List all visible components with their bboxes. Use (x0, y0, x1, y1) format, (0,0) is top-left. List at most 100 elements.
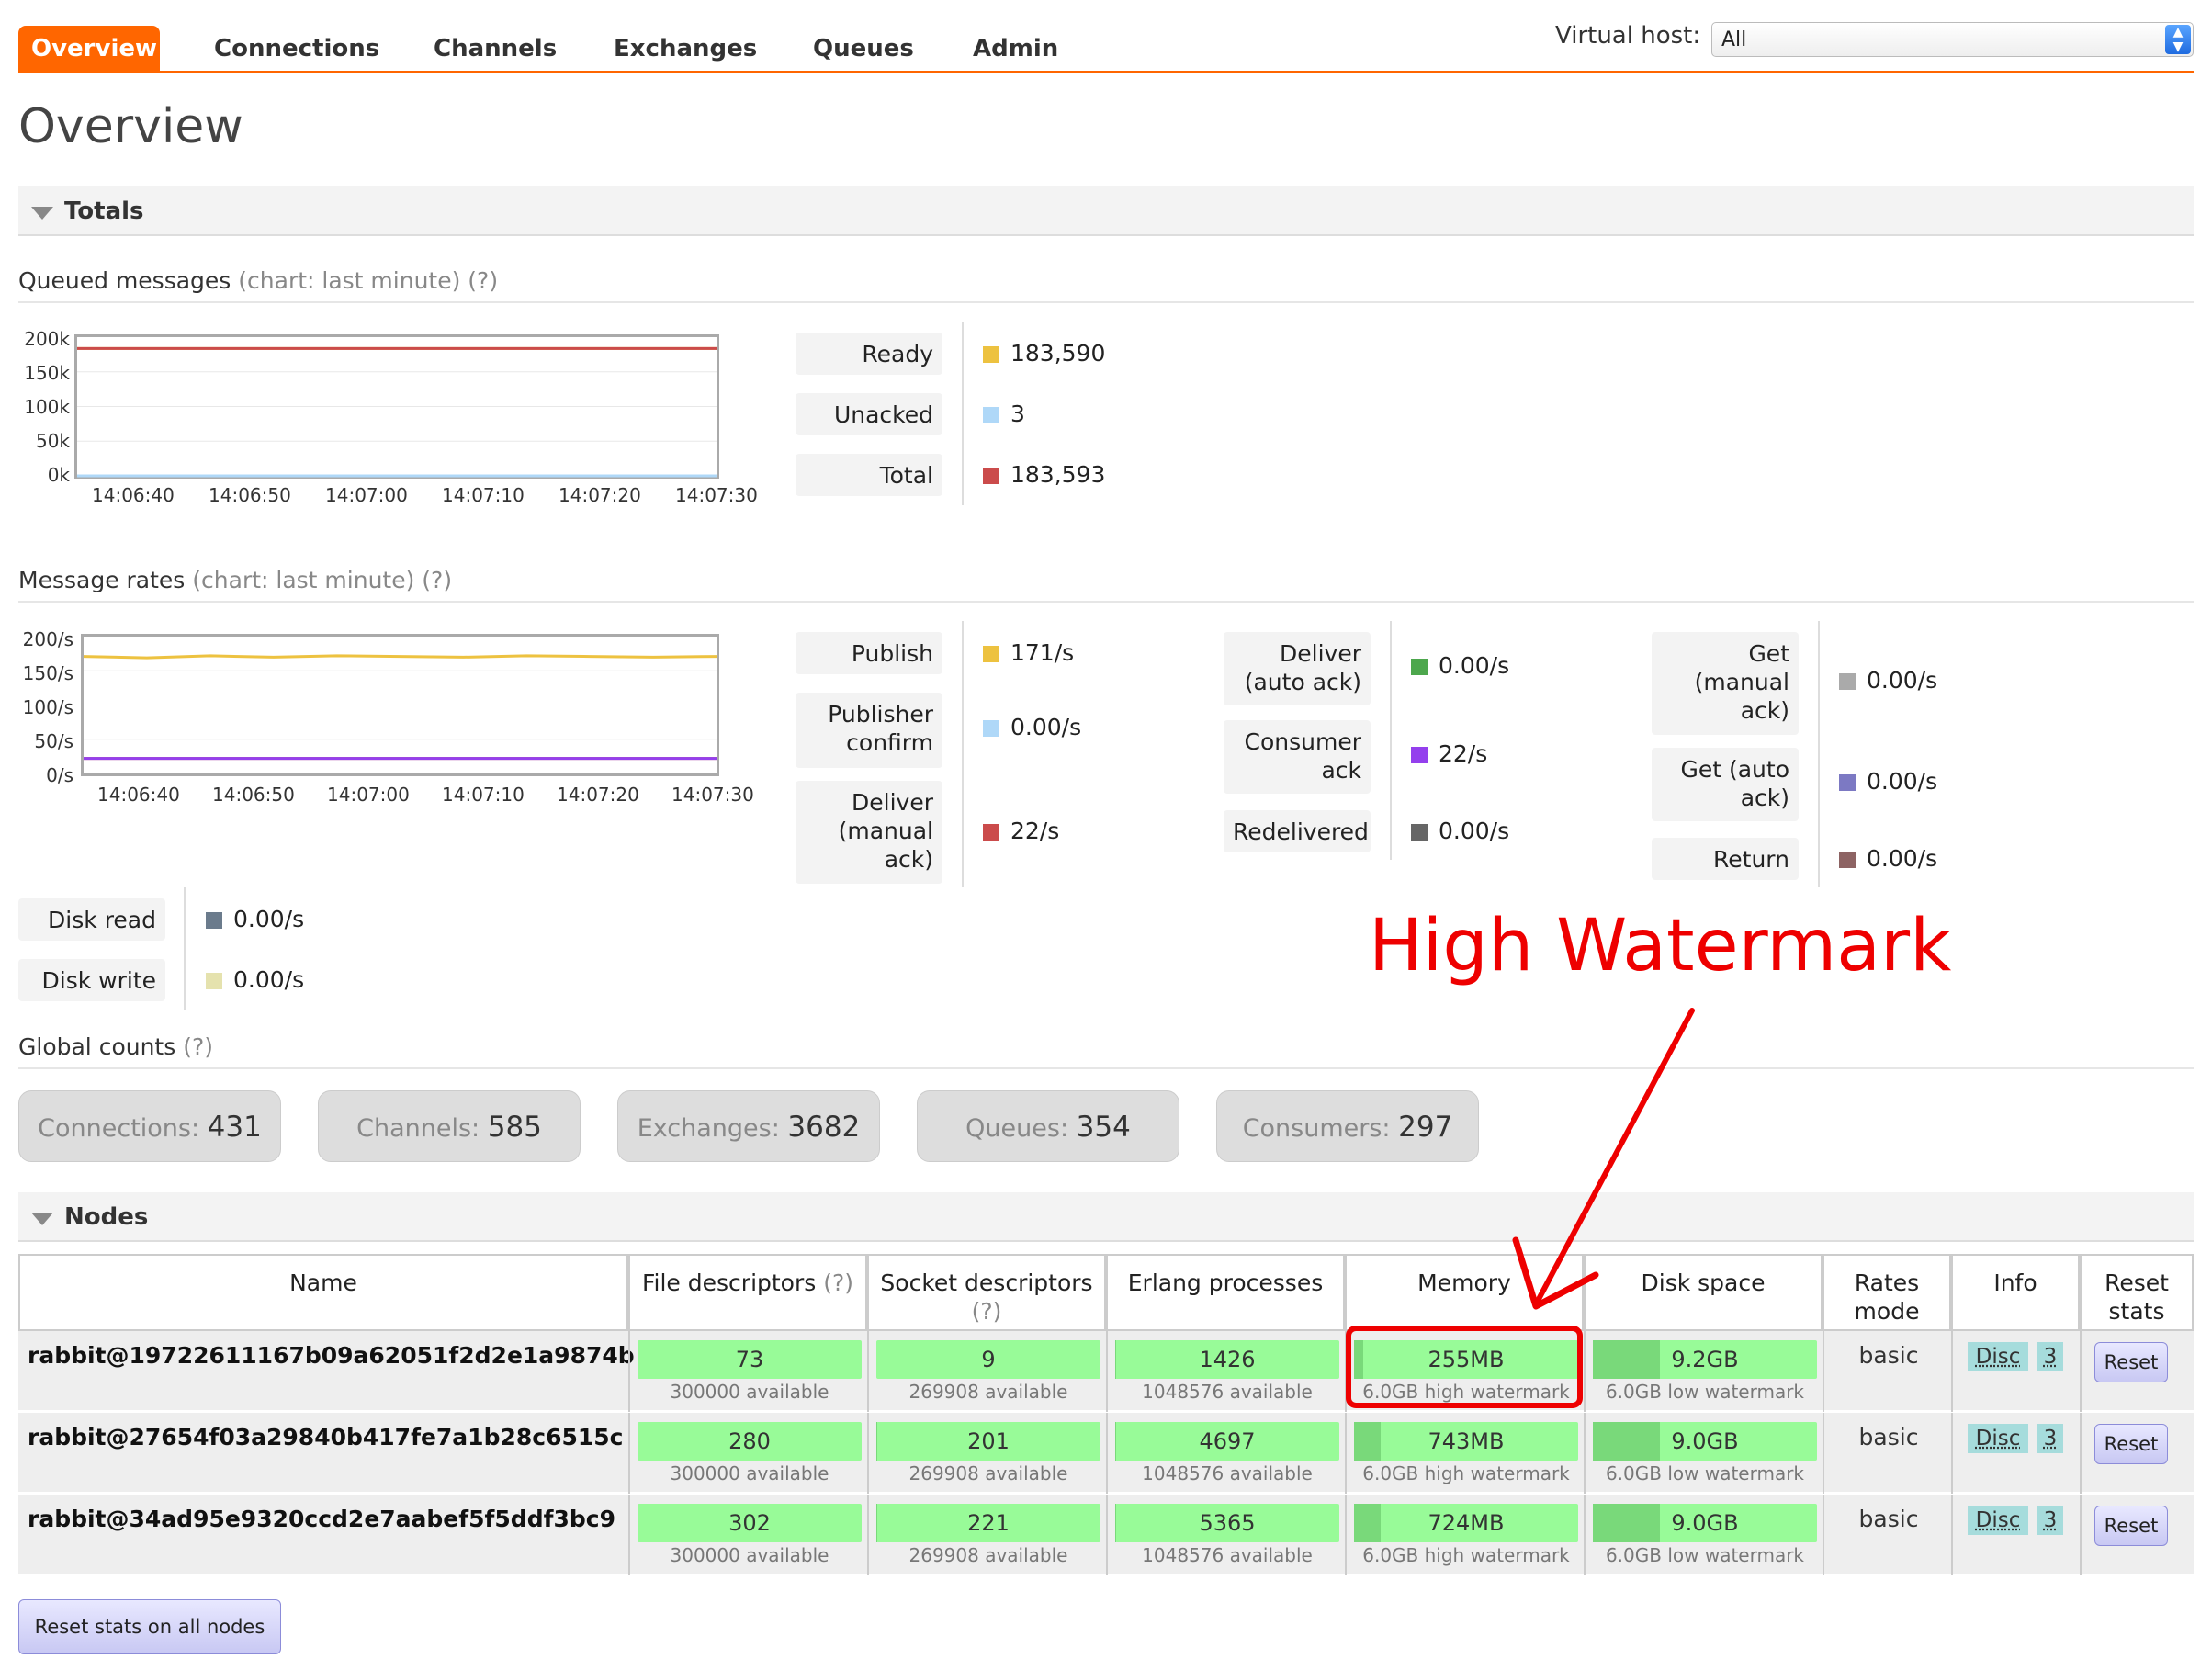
unacked-value: 3 (1010, 401, 1025, 427)
erl-value: 1426 (1199, 1347, 1256, 1372)
legend-deliver-auto-ack-label: Deliver (auto ack) (1224, 632, 1371, 705)
usage-fill (1354, 1422, 1382, 1461)
erl-cell: 4697 1048576 available (1106, 1413, 1345, 1494)
info-cell: Disc 3 (1951, 1331, 2080, 1412)
ready-value: 183,590 (1010, 340, 1106, 367)
erl-cell: 1426 1048576 available (1106, 1331, 1345, 1412)
tab-channels[interactable]: Channels (434, 26, 557, 72)
global-count-channels[interactable]: Channels: 585 (318, 1090, 581, 1162)
global-count-label: Channels: (356, 1114, 480, 1143)
return-swatch (1839, 852, 1856, 868)
info-count-badge[interactable]: 3 (2037, 1342, 2063, 1371)
mem-usage-bar: 743MB (1354, 1422, 1578, 1461)
usage-fill (1115, 1504, 1117, 1542)
consumer-ack-value: 22/s (1439, 740, 1488, 767)
x-tick-label: 14:06:50 (209, 484, 291, 506)
return-value: 0.00/s (1867, 845, 1938, 872)
legend-get-auto-ack-label: Get (auto ack) (1652, 748, 1799, 821)
publish-value: 171/s (1010, 639, 1075, 666)
reset-node-stats-button[interactable]: Reset (2094, 1506, 2168, 1546)
mem-cell: 724MB 6.0GB high watermark (1345, 1495, 1584, 1575)
reset-node-stats-button[interactable]: Reset (2094, 1424, 2168, 1464)
disk-limit: 6.0GB low watermark (1605, 1544, 1805, 1566)
collapse-triangle-icon (31, 1213, 53, 1225)
rates-mode-cell: basic (1823, 1495, 1951, 1575)
fd-cell: 302 300000 available (628, 1495, 867, 1575)
mem-usage-bar: 724MB (1354, 1504, 1578, 1542)
disc-badge[interactable]: Disc (1968, 1424, 2028, 1453)
tab-overview[interactable]: Overview (18, 26, 160, 72)
y-tick-label: 150k (24, 362, 70, 384)
publish-series-line (83, 654, 717, 660)
disk-cell: 9.0GB 6.0GB low watermark (1584, 1413, 1823, 1494)
sock-cell: 9 269908 available (867, 1331, 1106, 1412)
legend-return-label: Return (1652, 838, 1799, 880)
y-tick-label: 100/s (22, 696, 73, 718)
fd-value: 280 (728, 1428, 771, 1454)
legend-disk-read-label: Disk read (18, 898, 165, 941)
help-hint[interactable]: (?) (972, 1298, 1002, 1325)
erl-cell: 5365 1048576 available (1106, 1495, 1345, 1575)
tab-connections[interactable]: Connections (214, 26, 379, 72)
disk-limit: 6.0GB low watermark (1605, 1381, 1805, 1403)
node-row: rabbit@27654f03a29840b417fe7a1b28c6515c … (18, 1413, 2194, 1494)
nodes-label: Nodes (64, 1203, 149, 1231)
x-tick-label: 14:07:00 (327, 784, 410, 806)
global-count-exchanges[interactable]: Exchanges: 3682 (617, 1090, 880, 1162)
tab-admin[interactable]: Admin (973, 26, 1058, 72)
usage-fill (1354, 1340, 1363, 1379)
y-tick-label: 50k (35, 430, 70, 452)
x-tick-label: 14:06:40 (97, 784, 180, 806)
x-tick-label: 14:07:10 (442, 784, 525, 806)
erl-usage-bar: 4697 (1115, 1422, 1339, 1461)
disk-cell: 9.0GB 6.0GB low watermark (1584, 1495, 1823, 1575)
sock-limit: 269908 available (908, 1462, 1068, 1484)
col-header-memory: Memory (1345, 1254, 1584, 1331)
redelivered-value: 0.00/s (1439, 818, 1510, 844)
virtual-host-select[interactable]: All ▲ ▼ (1711, 22, 2194, 57)
queued-hint[interactable]: (chart: last minute) (?) (238, 267, 498, 294)
help-hint[interactable]: (?) (823, 1269, 853, 1296)
node-name[interactable]: rabbit@19722611167b09a62051f2d2e1a9874b (28, 1342, 635, 1369)
tab-queues[interactable]: Queues (813, 26, 914, 72)
disc-badge[interactable]: Disc (1968, 1342, 2028, 1371)
disk-read-value: 0.00/s (233, 906, 305, 932)
mem-value: 255MB (1428, 1347, 1505, 1372)
global-hint[interactable]: (?) (183, 1033, 213, 1060)
nodes-section-header[interactable]: Nodes (18, 1192, 2194, 1242)
fd-limit: 300000 available (670, 1544, 830, 1566)
col-header-name: Name (18, 1254, 628, 1331)
sock-cell: 201 269908 available (867, 1413, 1106, 1494)
y-tick-label: 100k (24, 396, 70, 418)
reset-node-stats-button[interactable]: Reset (2094, 1342, 2168, 1382)
x-tick-label: 14:06:40 (92, 484, 175, 506)
tab-exchanges[interactable]: Exchanges (614, 26, 757, 72)
node-name[interactable]: rabbit@34ad95e9320ccd2e7aabef5f5ddf3bc9 (28, 1506, 615, 1532)
reset-stats-all-nodes-button[interactable]: Reset stats on all nodes (18, 1599, 281, 1654)
rates-hint[interactable]: (chart: last minute) (?) (192, 567, 452, 593)
fd-limit: 300000 available (670, 1462, 830, 1484)
totals-section-header[interactable]: Totals (18, 186, 2194, 236)
info-count-badge[interactable]: 3 (2037, 1424, 2063, 1453)
global-count-queues[interactable]: Queues: 354 (917, 1090, 1179, 1162)
global-count-value: 3682 (787, 1111, 861, 1144)
global-counts-heading: Global counts (?) (18, 1033, 2194, 1069)
legend-deliver-manual-ack-label: Deliver (manual ack) (796, 781, 942, 884)
legend-disk-write-label: Disk write (18, 959, 165, 1001)
totals-label: Totals (64, 197, 144, 225)
x-tick-label: 14:07:20 (557, 784, 639, 806)
divider (1390, 621, 1392, 860)
y-tick-label: 0/s (46, 764, 73, 786)
consumer-ack-swatch (1411, 747, 1428, 763)
select-arrows-icon: ▲ ▼ (2165, 25, 2191, 54)
disk-usage-bar: 9.0GB (1593, 1504, 1817, 1542)
x-tick-label: 14:07:30 (672, 784, 754, 806)
reset-cell: Reset (2080, 1331, 2194, 1412)
global-count-consumers[interactable]: Consumers: 297 (1216, 1090, 1479, 1162)
virtual-host-value: All (1721, 28, 1747, 51)
disc-badge[interactable]: Disc (1968, 1506, 2028, 1535)
global-count-connections[interactable]: Connections: 431 (18, 1090, 281, 1162)
fd-usage-bar: 280 (638, 1422, 862, 1461)
node-name[interactable]: rabbit@27654f03a29840b417fe7a1b28c6515c (28, 1424, 623, 1450)
info-count-badge[interactable]: 3 (2037, 1506, 2063, 1535)
